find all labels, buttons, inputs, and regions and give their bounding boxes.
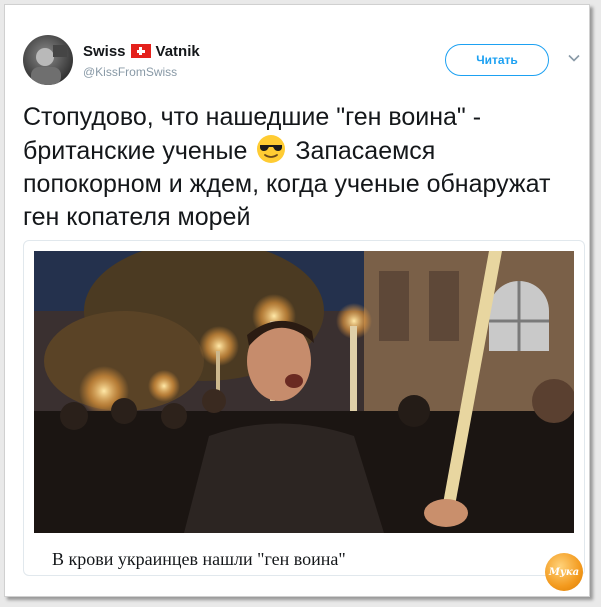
avatar-image bbox=[31, 45, 67, 85]
display-name-part2: Vatnik bbox=[155, 42, 200, 60]
swiss-flag-icon bbox=[130, 44, 151, 58]
link-card[interactable]: В крови украинцев нашли "ген воина" bbox=[23, 240, 585, 576]
user-handle[interactable]: @KissFromSwiss bbox=[83, 65, 177, 79]
tweet-frame: Swiss Vatnik @KissFromSwiss Читать Стопу… bbox=[4, 4, 590, 597]
sunglasses-emoji-icon bbox=[257, 135, 286, 163]
chevron-down-icon[interactable] bbox=[568, 52, 580, 64]
follow-button[interactable]: Читать bbox=[445, 44, 549, 76]
avatar[interactable] bbox=[23, 35, 73, 85]
site-logo-text: Мука bbox=[548, 566, 580, 578]
tweet-text: Стопудово, что нашедшие "ген воина" - бр… bbox=[23, 101, 563, 234]
card-photo bbox=[34, 251, 574, 533]
display-name-part1: Swiss bbox=[83, 42, 126, 60]
site-logo: Мука bbox=[545, 553, 583, 591]
torch-march-photo bbox=[34, 251, 574, 533]
card-title[interactable]: В крови украинцев нашли "ген воина" bbox=[52, 549, 346, 570]
display-name[interactable]: Swiss Vatnik bbox=[83, 41, 200, 61]
